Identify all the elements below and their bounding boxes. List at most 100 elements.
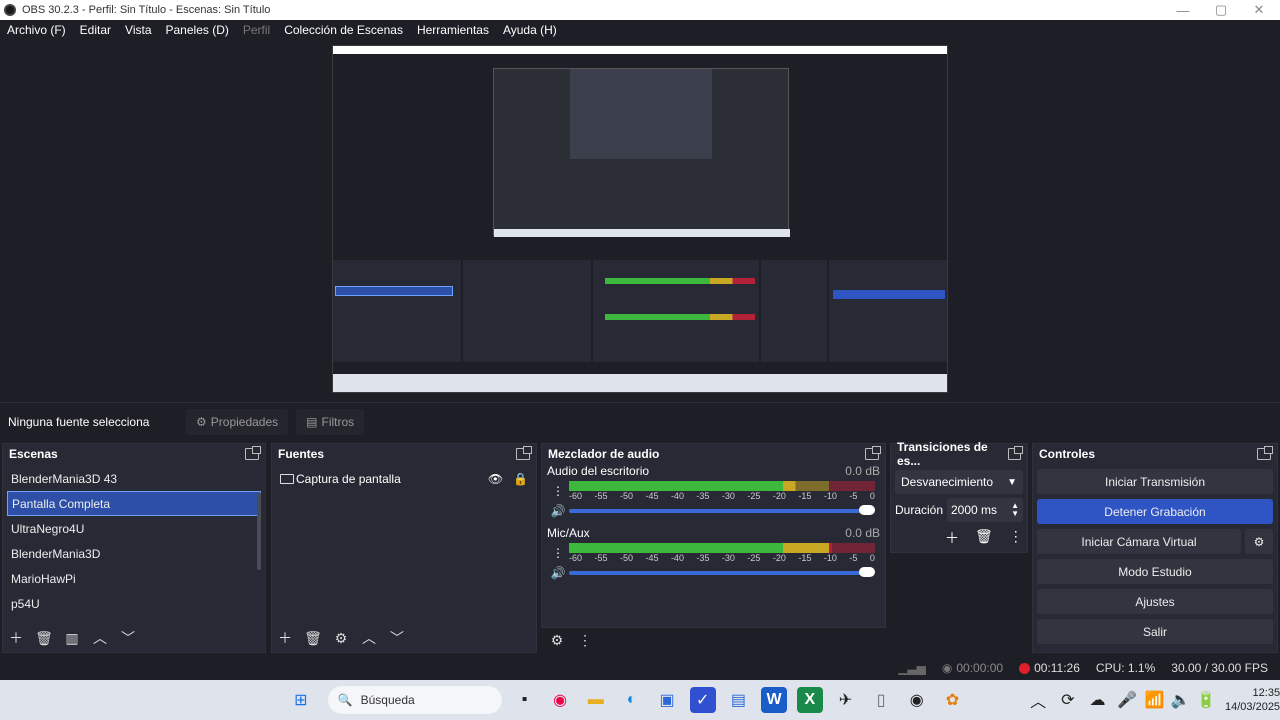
mini-preview-inner <box>570 69 712 159</box>
onedrive-icon[interactable]: ☁ <box>1085 687 1111 713</box>
mixer-settings-icon[interactable]: ⚙ <box>548 632 566 649</box>
add-icon[interactable]: ＋ <box>945 528 959 548</box>
volume-handle[interactable] <box>859 567 875 577</box>
scale-tick: -10 <box>823 491 837 501</box>
scene-item[interactable]: p54U <box>3 591 265 616</box>
close-button[interactable]: ✕ <box>1240 0 1278 20</box>
more-icon[interactable]: ⋮ <box>576 632 594 649</box>
task-view-icon[interactable]: ▪ <box>512 687 538 713</box>
scenes-dock: Escenas BlenderMania3D 43 Pantalla Compl… <box>2 443 266 653</box>
virtual-camera-settings-icon[interactable]: ⚙ <box>1245 529 1273 554</box>
undock-icon[interactable] <box>865 446 881 460</box>
scale-tick: 0 <box>869 491 875 501</box>
studio-mode-button[interactable]: Modo Estudio <box>1037 559 1273 584</box>
notepad-icon[interactable]: ▯ <box>868 687 894 713</box>
scenes-scrollbar[interactable] <box>257 492 261 570</box>
chevron-up-icon[interactable]: ︿ <box>360 628 378 648</box>
virtual-camera-button[interactable]: Iniciar Cámara Virtual <box>1037 529 1241 554</box>
sync-icon[interactable]: ⟳ <box>1055 687 1081 713</box>
notes-icon[interactable]: ▤ <box>726 687 752 713</box>
lock-icon[interactable]: 🔒 <box>513 472 528 486</box>
battery-icon[interactable]: 🔋 <box>1193 687 1219 713</box>
exit-button[interactable]: Salir <box>1037 619 1273 644</box>
trash-icon[interactable]: 🗑 <box>304 630 322 647</box>
scene-item[interactable]: BlenderMania3D 43 <box>3 466 265 491</box>
cpu-usage: CPU: 1.1% <box>1095 661 1156 675</box>
menu-archivo[interactable]: Archivo (F) <box>7 23 66 37</box>
filter-icon[interactable]: ▥ <box>63 630 81 647</box>
sources-dock: Fuentes Captura de pantalla 👁 🔒 ＋ 🗑 ⚙ ︿ … <box>271 443 537 653</box>
excel-icon[interactable]: X <box>796 687 823 713</box>
stepper-icon[interactable]: ▲ ▼ <box>1011 502 1019 518</box>
app-icon[interactable]: ✈ <box>833 687 859 713</box>
chevron-down-icon[interactable]: ﹀ <box>388 628 406 648</box>
word-icon[interactable]: W <box>761 687 787 713</box>
channel-db: 0.0 dB <box>845 526 880 540</box>
menu-perfil[interactable]: Perfil <box>243 23 270 37</box>
transition-select[interactable]: Desvanecimiento ▼ <box>895 470 1023 494</box>
obs-taskbar-icon[interactable]: ◉ <box>904 687 930 713</box>
preview-screen[interactable] <box>332 45 948 393</box>
gear-icon[interactable]: ⚙ <box>332 630 350 647</box>
stop-recording-button[interactable]: Detener Grabación <box>1037 499 1273 524</box>
audio-mixer-dock: Mezclador de audio Audio del escritorio … <box>541 443 886 648</box>
filters-label: Filtros <box>321 414 355 429</box>
file-explorer-icon[interactable]: ▬ <box>583 687 609 713</box>
mixer-channel: Audio del escritorio 0.0 dB ⋮ -60 -55 -50-… <box>542 464 885 518</box>
undock-icon[interactable] <box>245 446 261 460</box>
blender-icon[interactable]: ✿ <box>940 687 966 713</box>
taskbar-clock[interactable]: 12:35 14/03/2025 <box>1225 686 1280 714</box>
edge-icon[interactable]: ◐ <box>619 687 645 713</box>
trash-icon[interactable]: 🗑 <box>35 630 53 647</box>
wifi-icon[interactable]: 📶 <box>1142 687 1168 713</box>
source-item[interactable]: Captura de pantalla 👁 🔒 <box>272 466 536 491</box>
settings-button[interactable]: Ajustes <box>1037 589 1273 614</box>
volume-handle[interactable] <box>859 505 875 515</box>
rec-icon <box>1019 662 1031 674</box>
start-stream-button[interactable]: Iniciar Transmisión <box>1037 469 1273 494</box>
taskbar-search[interactable]: 🔍 Búsqueda <box>327 686 502 714</box>
speaker-icon[interactable]: 🔊 <box>547 566 569 580</box>
properties-button[interactable]: ⚙ Propiedades <box>186 408 289 435</box>
menu-editar[interactable]: Editar <box>80 23 111 37</box>
visual-studio-icon[interactable]: ✓ <box>689 687 716 713</box>
menu-paneles[interactable]: Paneles (D) <box>166 23 229 37</box>
chevron-up-icon[interactable]: ︿ <box>91 628 109 648</box>
eye-icon[interactable]: 👁 <box>488 472 503 486</box>
menu-coleccion-escenas[interactable]: Colección de Escenas <box>284 23 403 37</box>
volume-slider[interactable] <box>569 567 875 579</box>
undock-icon[interactable] <box>1257 446 1273 460</box>
scene-item[interactable]: MarioHawPi <box>3 566 265 591</box>
volume-slider[interactable] <box>569 505 875 517</box>
chevron-down-icon[interactable]: ﹀ <box>119 628 137 648</box>
microphone-icon[interactable]: 🎤 <box>1114 687 1140 713</box>
minimize-button[interactable]: — <box>1164 0 1202 20</box>
speaker-icon[interactable]: 🔊 <box>547 504 569 518</box>
windows-start-icon[interactable]: ⊞ <box>288 687 314 713</box>
add-icon[interactable]: ＋ <box>276 628 294 648</box>
context-bar: Ninguna fuente selecciona ⚙ Propiedades … <box>0 402 1280 440</box>
trash-icon[interactable]: 🗑 <box>975 528 993 548</box>
undock-icon[interactable] <box>1007 446 1024 460</box>
more-icon[interactable]: ⋮ <box>1009 528 1023 548</box>
undock-icon[interactable] <box>516 446 532 460</box>
filters-button[interactable]: ▤ Filtros <box>296 408 365 435</box>
scene-item[interactable]: UltraNegro4U <box>3 516 265 541</box>
menu-herramientas[interactable]: Herramientas <box>417 23 489 37</box>
meter-scale: -60 -55 -50 -45 -40 -35 -30 -25 -20 -15 -10 -5 0 <box>569 491 875 501</box>
chrome-icon[interactable]: ◉ <box>547 687 573 713</box>
add-icon[interactable]: ＋ <box>7 628 25 648</box>
transitions-dock: Transiciones de es... Desvanecimiento ▼ … <box>890 440 1028 553</box>
volume-icon[interactable]: 🔈 <box>1168 687 1194 713</box>
menu-ayuda[interactable]: Ayuda (H) <box>503 23 557 37</box>
menu-vista[interactable]: Vista <box>125 23 151 37</box>
duration-input[interactable]: 2000 ms ▲ ▼ <box>947 498 1023 522</box>
preview-area[interactable] <box>0 40 1280 400</box>
store-icon[interactable]: ▣ <box>654 687 680 713</box>
chevron-up-icon[interactable]: ︿ <box>1025 687 1051 713</box>
more-icon[interactable]: ⋮ <box>547 546 569 560</box>
scene-item-selected[interactable]: Pantalla Completa <box>7 491 261 516</box>
maximize-button[interactable]: ▢ <box>1202 0 1240 20</box>
scene-item[interactable]: BlenderMania3D <box>3 541 265 566</box>
more-icon[interactable]: ⋮ <box>547 484 569 498</box>
